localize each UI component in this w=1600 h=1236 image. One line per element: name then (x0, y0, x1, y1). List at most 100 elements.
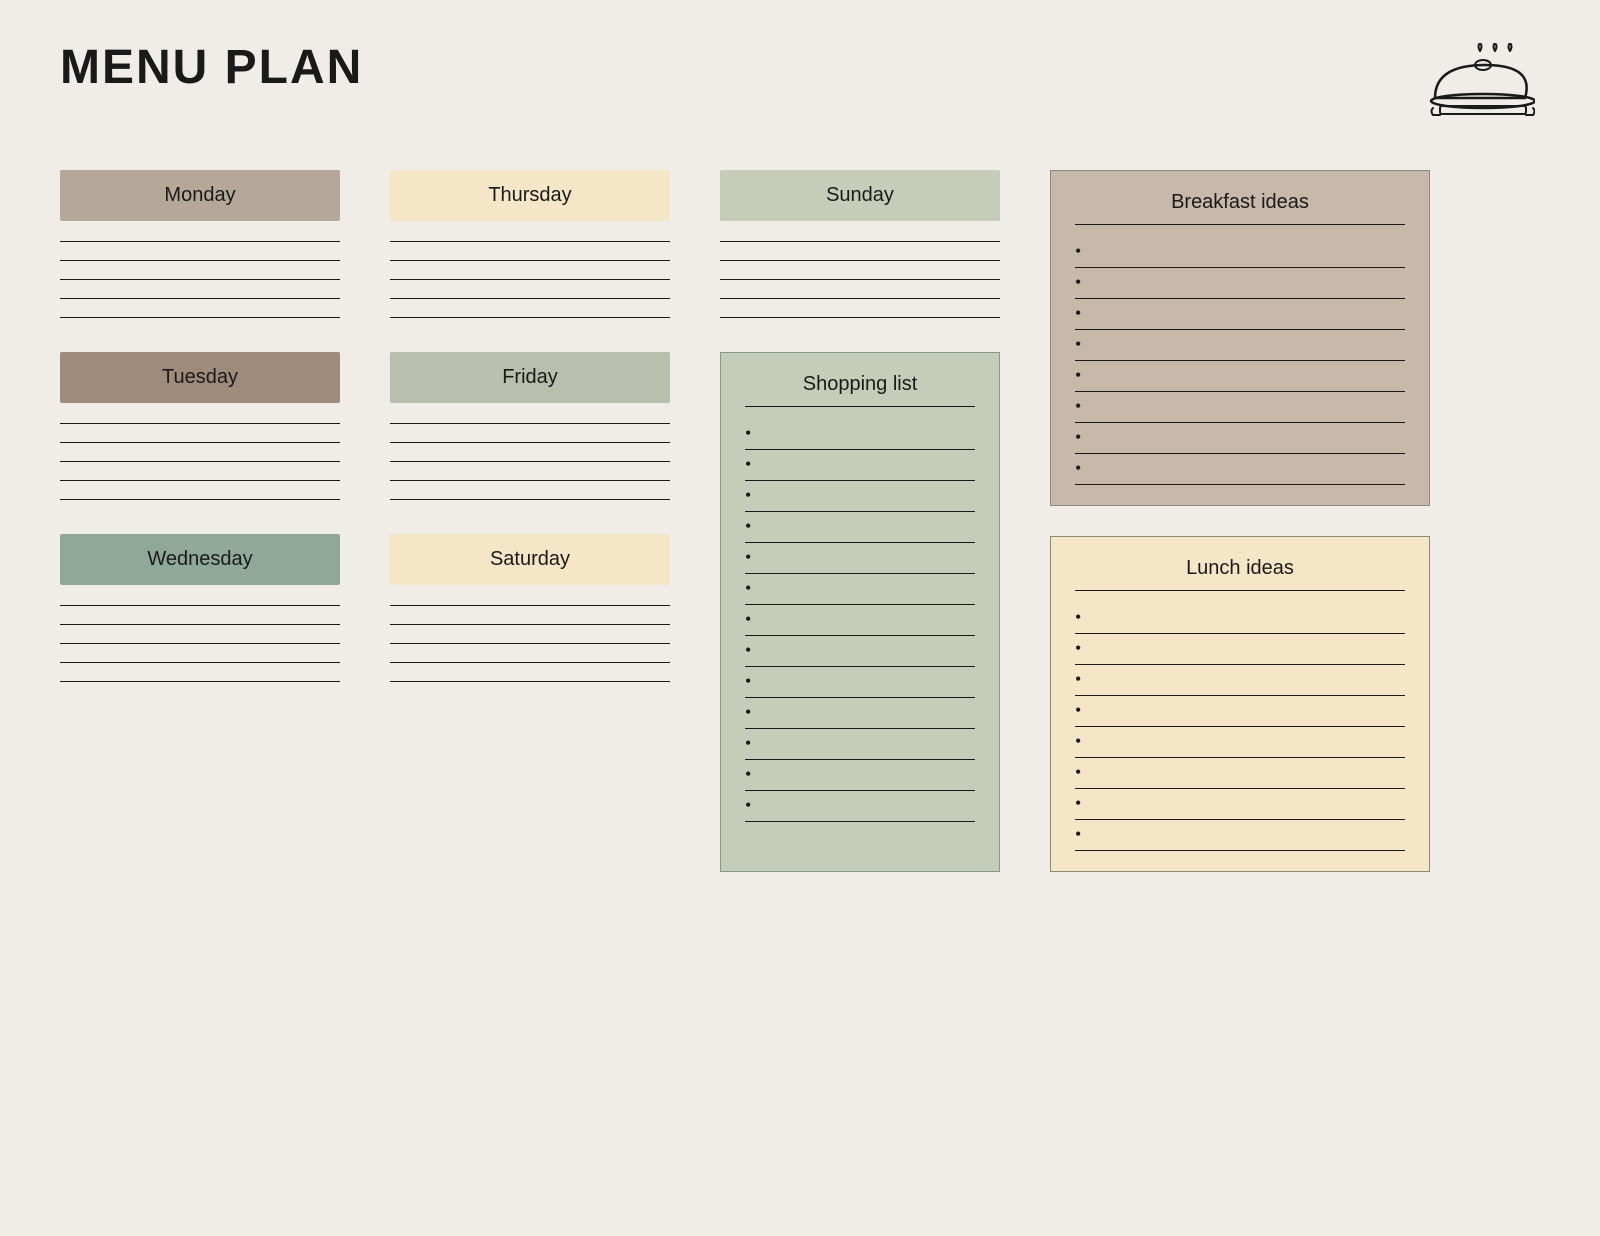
bullet-point: • (1075, 670, 1081, 688)
bullet-point: • (745, 548, 751, 566)
list-item: • (1075, 237, 1405, 268)
bullet-point: • (1075, 428, 1081, 446)
bullet-point: • (1075, 273, 1081, 291)
list-item: • (1075, 820, 1405, 851)
monday-header: Monday (60, 170, 340, 221)
page-title: MENU PLAN (60, 40, 363, 95)
list-item: • (745, 791, 975, 822)
saturday-lines (390, 601, 670, 686)
bullet-point: • (745, 486, 751, 504)
list-item: • (1075, 392, 1405, 423)
thursday-lines (390, 237, 670, 322)
line (390, 681, 670, 682)
line (390, 662, 670, 663)
tuesday-label: Tuesday (162, 366, 238, 389)
column-3: Sunday Shopping list • • • • • • • • (720, 170, 1000, 872)
bullet-point: • (1075, 335, 1081, 353)
line (720, 279, 1000, 280)
bullet-point: • (1075, 608, 1081, 626)
list-item: • (1075, 299, 1405, 330)
sunday-lines (720, 237, 1000, 322)
monday-label: Monday (164, 184, 235, 207)
list-item: • (1075, 696, 1405, 727)
shopping-list-items: • • • • • • • • • • • • • (745, 419, 975, 822)
wednesday-label: Wednesday (147, 548, 252, 571)
breakfast-ideas-title: Breakfast ideas (1075, 191, 1405, 225)
line (720, 317, 1000, 318)
bullet-point: • (1075, 366, 1081, 384)
line (390, 624, 670, 625)
line (390, 643, 670, 644)
bullet-point: • (745, 765, 751, 783)
line (60, 423, 340, 424)
lunch-ideas-items: • • • • • • • • (1075, 603, 1405, 851)
list-item: • (1075, 665, 1405, 696)
food-icon (1420, 40, 1540, 130)
friday-label: Friday (502, 366, 558, 389)
list-item: • (745, 450, 975, 481)
line (390, 605, 670, 606)
monday-lines (60, 237, 340, 322)
line (390, 461, 670, 462)
list-item: • (745, 605, 975, 636)
lunch-ideas-panel: Lunch ideas • • • • • • • • (1050, 536, 1430, 872)
list-item: • (1075, 727, 1405, 758)
line (60, 241, 340, 242)
line (60, 499, 340, 500)
column-2: Thursday Friday (390, 170, 670, 872)
list-item: • (745, 698, 975, 729)
bullet-point: • (745, 672, 751, 690)
bullet-point: • (1075, 794, 1081, 812)
saturday-label: Saturday (490, 548, 570, 571)
thursday-section: Thursday (390, 170, 670, 322)
sunday-section: Sunday (720, 170, 1000, 322)
line (60, 643, 340, 644)
bullet-point: • (745, 796, 751, 814)
line (720, 298, 1000, 299)
list-item: • (745, 543, 975, 574)
line (390, 317, 670, 318)
sunday-label: Sunday (826, 184, 894, 207)
wednesday-section: Wednesday (60, 534, 340, 686)
line (60, 317, 340, 318)
thursday-header: Thursday (390, 170, 670, 221)
line (60, 624, 340, 625)
bullet-point: • (745, 610, 751, 628)
list-item: • (1075, 758, 1405, 789)
bullet-point: • (745, 641, 751, 659)
list-item: • (1075, 330, 1405, 361)
bullet-point: • (1075, 763, 1081, 781)
list-item: • (745, 419, 975, 450)
line (390, 499, 670, 500)
list-item: • (745, 574, 975, 605)
list-item: • (745, 729, 975, 760)
line (720, 260, 1000, 261)
tuesday-section: Tuesday (60, 352, 340, 504)
shopping-list-title: Shopping list (745, 373, 975, 407)
line (60, 442, 340, 443)
bullet-point: • (1075, 639, 1081, 657)
saturday-section: Saturday (390, 534, 670, 686)
list-item: • (745, 636, 975, 667)
list-item: • (745, 760, 975, 791)
line (390, 480, 670, 481)
bullet-point: • (1075, 825, 1081, 843)
bullet-point: • (745, 579, 751, 597)
saturday-header: Saturday (390, 534, 670, 585)
line (720, 241, 1000, 242)
wednesday-lines (60, 601, 340, 686)
bullet-point: • (745, 424, 751, 442)
bullet-point: • (1075, 459, 1081, 477)
line (60, 681, 340, 682)
header: MENU PLAN (60, 40, 1540, 130)
breakfast-ideas-panel: Breakfast ideas • • • • • • • • (1050, 170, 1430, 506)
column-4: Breakfast ideas • • • • • • • • Lunch id… (1050, 170, 1430, 872)
bullet-point: • (745, 734, 751, 752)
friday-header: Friday (390, 352, 670, 403)
lunch-ideas-title: Lunch ideas (1075, 557, 1405, 591)
friday-lines (390, 419, 670, 504)
list-item: • (745, 481, 975, 512)
list-item: • (745, 512, 975, 543)
bullet-point: • (1075, 397, 1081, 415)
list-item: • (1075, 603, 1405, 634)
